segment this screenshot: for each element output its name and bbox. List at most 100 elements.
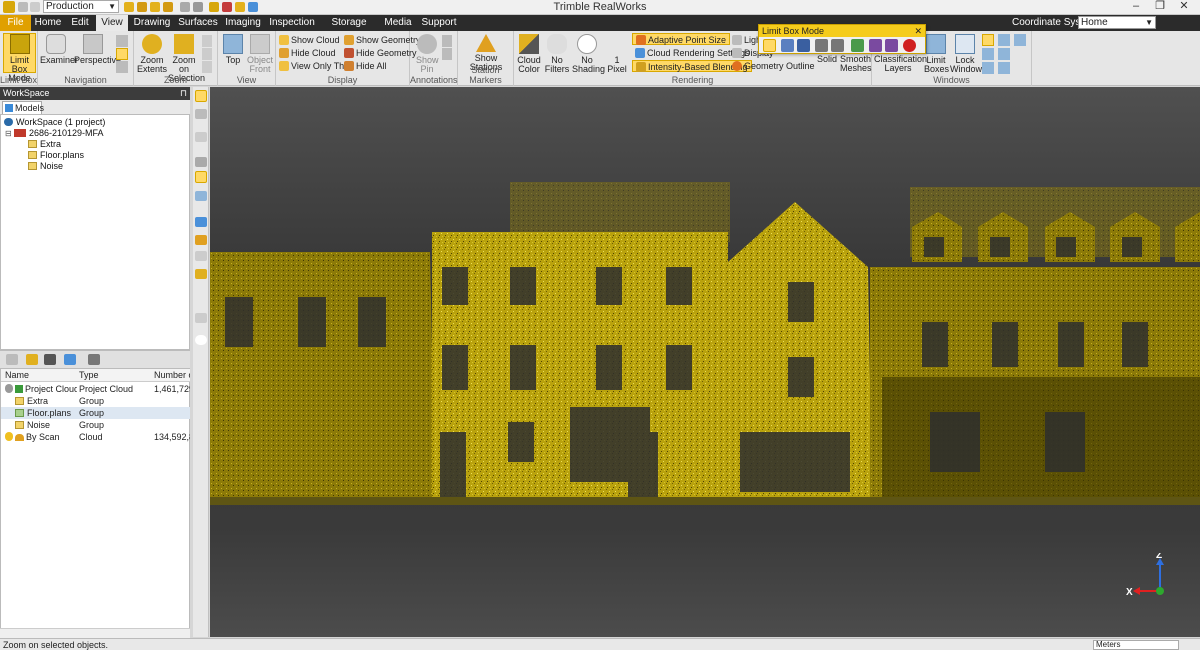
back-icon[interactable] <box>6 354 18 365</box>
measure-icon[interactable] <box>195 269 207 279</box>
zoom-extents-button[interactable]: Zoom Extents <box>137 34 167 74</box>
geometry-outline-button[interactable]: Geometry Outline <box>732 60 815 72</box>
settings-icon[interactable] <box>235 2 245 12</box>
tab-models[interactable]: Models <box>2 101 44 114</box>
print-icon[interactable] <box>180 2 190 12</box>
zoom-in-icon[interactable] <box>202 35 212 47</box>
pin-icon[interactable]: ⊓ <box>180 87 187 100</box>
tab-inspection[interactable]: Inspection <box>268 15 316 31</box>
tree-node-workspace[interactable]: WorkSpace (1 project) <box>4 117 105 128</box>
tab-home[interactable]: Home <box>32 15 64 31</box>
tree-node-project[interactable]: 2686-210129-MFA <box>14 128 104 139</box>
limit-box-toolbar-header[interactable]: Limit Box Mode ✕ <box>759 25 925 37</box>
filter-list-icon[interactable] <box>88 354 100 365</box>
window-layout-6-icon[interactable] <box>998 62 1010 74</box>
window-layout-4-icon[interactable] <box>998 34 1010 46</box>
pan-icon[interactable] <box>116 35 128 47</box>
show-cloud-button[interactable]: Show Cloud <box>279 34 340 46</box>
redo-icon[interactable] <box>30 2 40 12</box>
column-number[interactable]: Number of <box>154 369 190 381</box>
folder-up-icon[interactable] <box>26 354 38 365</box>
open-project-icon[interactable] <box>137 2 147 12</box>
tool-icon[interactable] <box>195 235 207 245</box>
box-split-icon[interactable] <box>885 39 898 52</box>
coordinate-system-select[interactable]: Home ▼ <box>1078 16 1156 29</box>
close-button[interactable]: ✕ <box>1172 0 1196 14</box>
limit-box-select-icon[interactable] <box>763 39 776 52</box>
tree-node-floor-plans[interactable]: Floor.plans <box>28 150 84 161</box>
record-icon[interactable] <box>903 39 916 52</box>
limit-box-mode-button[interactable]: Limit Box Mode <box>3 33 36 83</box>
hide-geometry-button[interactable]: Hide Geometry <box>344 47 417 59</box>
profile-select[interactable]: Production ▼ <box>43 0 119 13</box>
fit-icon[interactable] <box>815 39 828 52</box>
stop-icon[interactable] <box>222 2 232 12</box>
tree-node-noise[interactable]: Noise <box>28 161 63 172</box>
table-row[interactable]: Extra Group <box>1 395 190 407</box>
limit-boxes-button[interactable]: Limit Boxes <box>924 34 949 74</box>
tab-surfaces[interactable]: Surfaces <box>177 15 219 31</box>
adaptive-point-size-button[interactable]: Adaptive Point Size <box>632 33 731 45</box>
hide-cloud-button[interactable]: Hide Cloud <box>279 47 336 59</box>
horizontal-scrollbar[interactable] <box>0 628 190 638</box>
view-only-this-button[interactable]: View Only This <box>279 60 351 72</box>
pin-edit-icon[interactable] <box>442 48 452 60</box>
tool-icon[interactable] <box>195 132 207 142</box>
tool-icon[interactable] <box>195 313 207 323</box>
tool-icon[interactable] <box>195 109 207 119</box>
minimize-button[interactable]: – <box>1124 0 1148 14</box>
solid-button[interactable]: Solid <box>814 55 840 64</box>
examiner-button[interactable]: Examiner <box>40 34 78 65</box>
table-row[interactable]: Floor.plans Group <box>1 407 190 419</box>
tab-imaging[interactable]: Imaging <box>223 15 263 31</box>
zoom-window-icon[interactable] <box>202 61 212 73</box>
tab-media[interactable]: Media <box>381 15 415 31</box>
classification-layers-button[interactable]: Classification Layers <box>874 55 927 73</box>
tab-file[interactable]: File <box>0 15 31 31</box>
help-icon[interactable] <box>248 2 258 12</box>
center-icon[interactable] <box>831 39 844 52</box>
table-row[interactable]: Noise Group <box>1 419 190 431</box>
window-layout-2-icon[interactable] <box>982 48 994 60</box>
window-layout-3-icon[interactable] <box>982 62 994 74</box>
window-layout-1-icon[interactable] <box>982 34 994 46</box>
save-icon[interactable] <box>150 2 160 12</box>
fence-icon[interactable] <box>195 171 207 183</box>
tree-node-extra[interactable]: Extra <box>28 139 61 150</box>
table-row[interactable]: Project Cloud Project Cloud 1,461,729,6 <box>1 383 190 395</box>
maximize-button[interactable]: ❐ <box>1148 0 1172 14</box>
copy-icon[interactable] <box>193 2 203 12</box>
cloud-color-button[interactable]: Cloud Color <box>516 34 542 74</box>
zoom-out-icon[interactable] <box>202 48 212 60</box>
pin-list-icon[interactable] <box>442 35 452 47</box>
show-pin-button[interactable]: Show Pin <box>416 34 439 74</box>
column-type[interactable]: Type <box>79 369 99 381</box>
tab-support[interactable]: Support <box>420 15 458 31</box>
tool-icon[interactable] <box>195 251 207 261</box>
tool-icon[interactable] <box>195 191 207 201</box>
sphere-icon[interactable] <box>195 335 207 345</box>
units-select[interactable]: Meters <box>1093 640 1179 650</box>
tab-drawing[interactable]: Drawing <box>131 15 173 31</box>
window-layout-7-icon[interactable] <box>1014 34 1026 46</box>
3d-viewport[interactable]: X Z <box>210 87 1200 637</box>
close-icon[interactable]: ✕ <box>914 25 922 37</box>
new-project-icon[interactable] <box>124 2 134 12</box>
bulb-icon[interactable] <box>5 432 13 441</box>
orbit-icon[interactable] <box>116 48 128 60</box>
collapse-icon[interactable]: ⊟ <box>5 129 12 138</box>
column-name[interactable]: Name <box>5 369 29 381</box>
undo-icon[interactable] <box>18 2 28 12</box>
view-mode-icon[interactable] <box>64 354 76 365</box>
fly-icon[interactable] <box>116 61 128 73</box>
smooth-meshes-button[interactable]: Smooth Meshes <box>840 55 872 73</box>
top-view-button[interactable]: Top <box>221 34 245 65</box>
bulb-icon[interactable] <box>5 384 13 393</box>
tool-icon[interactable] <box>195 157 207 167</box>
no-filters-button[interactable]: No Filters <box>544 34 570 74</box>
box-merge-icon[interactable] <box>869 39 882 52</box>
tab-view[interactable]: View <box>96 15 128 31</box>
up-arrow-icon[interactable] <box>44 354 56 365</box>
tab-storage-tank[interactable]: Storage Tank <box>322 15 376 44</box>
tool-icon[interactable] <box>195 217 207 227</box>
